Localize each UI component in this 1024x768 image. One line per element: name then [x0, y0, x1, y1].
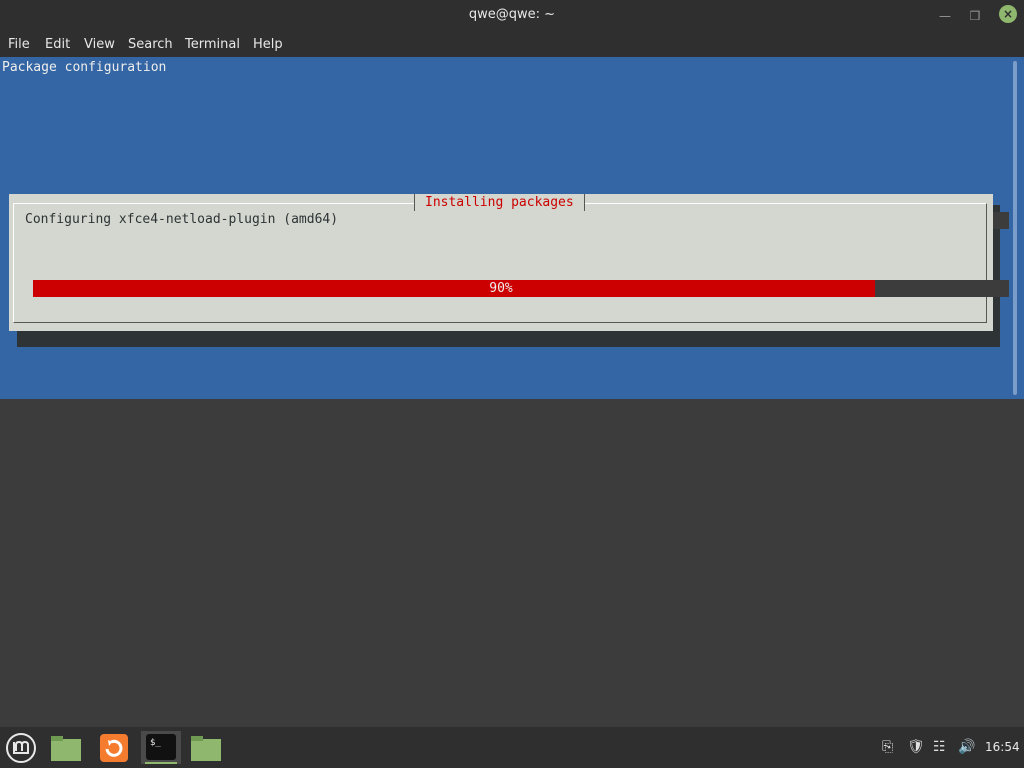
terminal-icon: $_	[146, 734, 176, 760]
package-config-heading: Package configuration	[2, 60, 167, 75]
taskbar-show-desktop[interactable]	[48, 731, 84, 764]
dialog-title: Installing packages	[414, 194, 585, 211]
installing-dialog: Installing packages Configuring xfce4-ne…	[9, 194, 993, 331]
window-titlebar: qwe@qwe: ~ — ❒ ×	[0, 0, 1024, 32]
folder-icon	[51, 736, 81, 761]
clipboard-icon[interactable]: ⎘	[882, 739, 893, 755]
svg-text:$_: $_	[150, 738, 161, 748]
menu-edit[interactable]: Edit	[45, 37, 70, 52]
terminal-view[interactable]: Package configuration Installing package…	[0, 57, 1024, 399]
menu-help[interactable]: Help	[253, 37, 283, 52]
active-indicator	[145, 762, 177, 764]
close-icon[interactable]: ×	[999, 5, 1017, 23]
shield-icon[interactable]: 🛡	[907, 739, 925, 755]
menu-file[interactable]: File	[8, 37, 30, 52]
folder-icon	[191, 736, 221, 761]
menu-search[interactable]: Search	[128, 37, 173, 52]
menubar: File Edit View Search Terminal Help	[0, 32, 1024, 57]
mint-menu-icon	[6, 733, 36, 763]
volume-icon[interactable]: 🔊	[958, 739, 975, 755]
window-title: qwe@qwe: ~	[468, 7, 556, 22]
network-icon[interactable]: ☷	[933, 739, 946, 755]
taskbar: $_ ⎘ 🛡 ☷ 🔊 16:54	[0, 727, 1024, 768]
update-manager-icon	[100, 734, 128, 762]
scrollbar-thumb[interactable]	[1013, 61, 1017, 395]
maximize-icon[interactable]: ❒	[966, 7, 984, 25]
mint-menu-button[interactable]	[3, 731, 39, 764]
clock[interactable]: 16:54	[985, 740, 1020, 754]
minimize-icon[interactable]: —	[936, 7, 954, 25]
dialog-message: Configuring xfce4-netload-plugin (amd64)	[25, 212, 339, 227]
taskbar-update-manager[interactable]	[96, 731, 132, 764]
taskbar-terminal[interactable]: $_	[141, 731, 181, 764]
menu-view[interactable]: View	[84, 37, 115, 52]
progress-label: 90%	[489, 281, 513, 296]
taskbar-files[interactable]	[188, 731, 224, 764]
menu-terminal[interactable]: Terminal	[185, 37, 240, 52]
